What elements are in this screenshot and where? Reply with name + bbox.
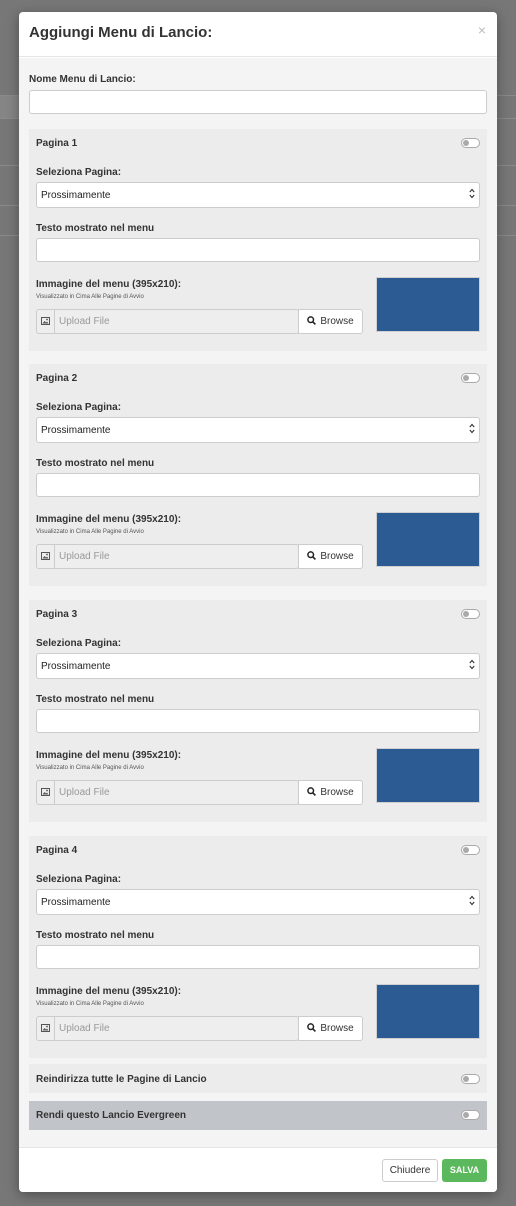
upload-placeholder: Upload File: [59, 787, 110, 798]
menu-image-hint: Visualizzato in Cima Alle Pagine di Avvi…: [36, 1001, 144, 1007]
menu-image-preview: [376, 984, 480, 1039]
modal-title: Aggiungi Menu di Lancio:: [29, 24, 213, 41]
page-select-value: Prossimamente: [41, 190, 111, 201]
select-page-label: Seleziona Pagina:: [36, 402, 122, 413]
menu-image-label: Immagine del menu (395x210):: [36, 986, 182, 997]
page-select[interactable]: Prossimamente: [36, 182, 480, 208]
chevron-updown-icon: [469, 895, 475, 906]
menu-image-preview: [376, 748, 480, 803]
upload-placeholder: Upload File: [59, 551, 110, 562]
evergreen-option-label: Rendi questo Lancio Evergreen: [36, 1110, 187, 1121]
menu-image-preview: [376, 512, 480, 567]
page-toggle[interactable]: [461, 609, 480, 619]
browse-button[interactable]: Browse: [298, 1016, 363, 1041]
select-page-label: Seleziona Pagina:: [36, 638, 122, 649]
menu-text-label: Testo mostrato nel menu: [36, 223, 155, 234]
redirect-option-label: Reindirizza tutte le Pagine di Lancio: [36, 1074, 207, 1085]
select-page-label: Seleziona Pagina:: [36, 874, 122, 885]
modal-header: Aggiungi Menu di Lancio: ×: [19, 12, 497, 57]
page-section-1: Pagina 1 Seleziona Pagina: Prossimamente Te…: [29, 129, 487, 351]
upload-file-field[interactable]: Upload File: [36, 1016, 299, 1041]
close-icon[interactable]: ×: [478, 22, 486, 38]
search-icon: [307, 551, 317, 560]
evergreen-toggle[interactable]: [461, 1110, 480, 1120]
browse-button[interactable]: Browse: [298, 544, 363, 569]
search-icon: [307, 787, 317, 796]
page-select-value: Prossimamente: [41, 661, 111, 672]
chevron-updown-icon: [469, 659, 475, 670]
menu-image-label: Immagine del menu (395x210):: [36, 750, 182, 761]
menu-text-input[interactable]: [36, 238, 480, 262]
menu-image-hint: Visualizzato in Cima Alle Pagine di Avvi…: [36, 294, 144, 300]
menu-image-hint: Visualizzato in Cima Alle Pagine di Avvi…: [36, 529, 144, 535]
redirect-toggle[interactable]: [461, 1074, 480, 1084]
menu-image-preview: [376, 277, 480, 332]
evergreen-option-row: Rendi questo Lancio Evergreen: [29, 1101, 487, 1130]
menu-image-label: Immagine del menu (395x210):: [36, 279, 182, 290]
upload-placeholder: Upload File: [59, 1023, 110, 1034]
redirect-option-row: Reindirizza tutte le Pagine di Lancio: [29, 1064, 487, 1093]
select-page-label: Seleziona Pagina:: [36, 167, 122, 178]
page-section-4: Pagina 4 Seleziona Pagina: Prossimamente Te…: [29, 836, 487, 1058]
browse-label: Browse: [320, 551, 354, 562]
page-toggle[interactable]: [461, 138, 480, 148]
image-icon: [37, 1017, 55, 1040]
modal-footer: Chiudere SALVA: [19, 1147, 497, 1192]
upload-file-field[interactable]: Upload File: [36, 544, 299, 569]
menu-text-input[interactable]: [36, 473, 480, 497]
browse-label: Browse: [320, 1023, 354, 1034]
menu-image-hint: Visualizzato in Cima Alle Pagine di Avvi…: [36, 765, 144, 771]
upload-file-field[interactable]: Upload File: [36, 309, 299, 334]
page-title: Pagina 1: [36, 138, 78, 149]
page-select[interactable]: Prossimamente: [36, 417, 480, 443]
page-select-value: Prossimamente: [41, 897, 111, 908]
launch-menu-modal: Aggiungi Menu di Lancio: × Nome Menu di …: [19, 12, 497, 1192]
page-toggle[interactable]: [461, 845, 480, 855]
search-icon: [307, 316, 317, 325]
upload-placeholder: Upload File: [59, 316, 110, 327]
browse-label: Browse: [320, 316, 354, 327]
menu-text-input[interactable]: [36, 709, 480, 733]
page-section-3: Pagina 3 Seleziona Pagina: Prossimamente Te…: [29, 600, 487, 822]
image-icon: [37, 310, 55, 333]
page-select[interactable]: Prossimamente: [36, 653, 480, 679]
menu-text-label: Testo mostrato nel menu: [36, 694, 155, 705]
search-icon: [307, 1023, 317, 1032]
page-title: Pagina 2: [36, 373, 78, 384]
menu-name-label: Nome Menu di Lancio:: [29, 74, 136, 85]
chevron-updown-icon: [469, 423, 475, 434]
menu-text-label: Testo mostrato nel menu: [36, 458, 155, 469]
page-select-value: Prossimamente: [41, 425, 111, 436]
page-title: Pagina 4: [36, 845, 78, 856]
upload-file-field[interactable]: Upload File: [36, 780, 299, 805]
save-button[interactable]: SALVA: [442, 1159, 487, 1182]
close-button[interactable]: Chiudere: [382, 1159, 438, 1182]
chevron-updown-icon: [469, 188, 475, 199]
menu-image-label: Immagine del menu (395x210):: [36, 514, 182, 525]
image-icon: [37, 545, 55, 568]
image-icon: [37, 781, 55, 804]
browse-button[interactable]: Browse: [298, 309, 363, 334]
browse-button[interactable]: Browse: [298, 780, 363, 805]
page-select[interactable]: Prossimamente: [36, 889, 480, 915]
page-section-2: Pagina 2 Seleziona Pagina: Prossimamente Te…: [29, 364, 487, 586]
page-title: Pagina 3: [36, 609, 78, 620]
page-toggle[interactable]: [461, 373, 480, 383]
browse-label: Browse: [320, 787, 354, 798]
menu-name-input[interactable]: [29, 90, 487, 114]
menu-text-input[interactable]: [36, 945, 480, 969]
menu-text-label: Testo mostrato nel menu: [36, 930, 155, 941]
